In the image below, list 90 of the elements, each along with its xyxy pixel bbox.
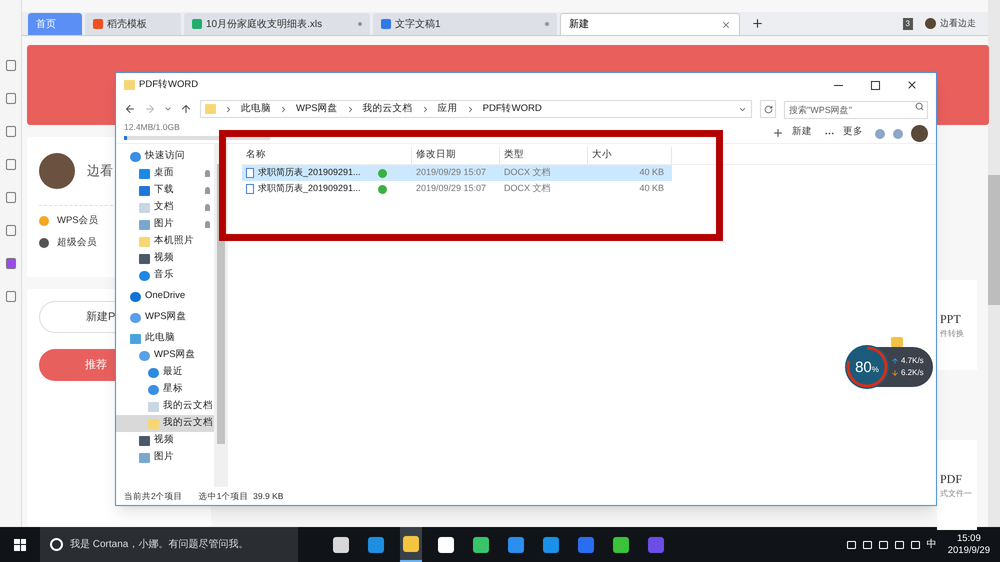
storage-reading: 12.4MB/1.0GB xyxy=(124,121,181,134)
refresh-icon xyxy=(764,104,772,114)
nav-item[interactable]: OneDrive xyxy=(116,288,214,305)
tab[interactable]: 10月份家庭收支明细表.xls xyxy=(184,13,370,35)
column-header[interactable]: 类型 xyxy=(500,147,588,164)
search-icon[interactable] xyxy=(915,102,924,111)
nav-item[interactable]: 下载 xyxy=(116,182,214,199)
close-icon[interactable] xyxy=(906,79,918,91)
file-date: 2019/09/29 15:07 xyxy=(415,182,488,196)
card-subtitle: 件转换 xyxy=(940,328,965,340)
nav-item[interactable]: 音乐 xyxy=(116,267,214,284)
folder-icon xyxy=(139,236,150,246)
folder-icon xyxy=(205,104,216,114)
nav-item[interactable]: WPS网盘 xyxy=(116,309,214,326)
file-type: DOCX 文档 xyxy=(503,182,552,196)
breadcrumb-item[interactable]: 我的云文档 xyxy=(362,102,413,116)
refresh-button[interactable] xyxy=(760,100,776,118)
nav-item[interactable]: 快速访问 xyxy=(116,148,214,165)
toolbar-button[interactable]: 新建 xyxy=(792,124,812,143)
avatar[interactable] xyxy=(911,125,928,142)
avatar xyxy=(39,153,75,189)
feature-card[interactable]: PPT 件转换 xyxy=(937,280,977,370)
file-name: 求职简历表_201909291... xyxy=(258,182,362,196)
close-icon[interactable] xyxy=(721,20,731,30)
download-icon xyxy=(891,369,899,377)
file-size: 40 KB xyxy=(638,166,665,180)
nav-item[interactable]: 图片 xyxy=(116,216,214,233)
nav-item[interactable]: 视频 xyxy=(116,432,214,449)
chevron-icon[interactable] xyxy=(164,105,172,113)
back-icon[interactable] xyxy=(124,103,136,115)
nav-item[interactable]: 本机照片 xyxy=(116,233,214,250)
status-text: 当前共2个项目 xyxy=(124,490,183,502)
nav-item[interactable]: 我的云文档 xyxy=(116,398,214,415)
upload-speed: 4.7K/s xyxy=(901,355,924,367)
file-type: DOCX 文档 xyxy=(503,166,552,180)
nav-item[interactable]: WPS网盘 xyxy=(116,347,214,364)
address-bar[interactable]: 此电脑 WPS网盘 我的云文档 应用 PDF转WORD xyxy=(200,100,752,118)
add-tab-icon[interactable] xyxy=(751,17,764,30)
badge-label: WPS会员 xyxy=(57,214,99,228)
breadcrumb-item[interactable]: PDF转WORD xyxy=(482,102,542,116)
status-text: 选中1个项目 39.9 KB xyxy=(198,490,284,502)
tab[interactable]: 稻壳模板 xyxy=(85,13,181,35)
column-header[interactable]: 名称 xyxy=(242,147,412,164)
chevron-icon xyxy=(224,104,233,114)
nav-item[interactable]: 星标 xyxy=(116,381,214,398)
upload-icon xyxy=(891,357,899,365)
breadcrumb-item[interactable]: 应用 xyxy=(438,102,458,116)
clock[interactable]: 15:09 2019/9/29 xyxy=(948,532,990,556)
file-size: 40 KB xyxy=(638,182,665,196)
nav-item[interactable]: 最近 xyxy=(116,364,214,381)
download-speed: 6.2K/s xyxy=(901,367,924,379)
file-date: 2019/09/29 15:07 xyxy=(415,166,488,180)
profile-name: 边看 xyxy=(87,162,113,180)
tab-count[interactable]: 3 xyxy=(902,18,913,30)
maximize-icon[interactable] xyxy=(871,80,880,90)
tab[interactable]: 文字文稿1 xyxy=(373,13,557,35)
toolbar-button[interactable]: 更多 xyxy=(843,124,863,143)
search-field[interactable]: 搜索"WPS网盘" xyxy=(784,101,928,119)
tab[interactable]: 新建 xyxy=(560,13,740,35)
breadcrumb-item[interactable]: 此电脑 xyxy=(241,102,271,116)
nav-item[interactable]: 文档 xyxy=(116,199,214,216)
nav-item[interactable]: 此电脑 xyxy=(116,330,214,347)
file-row[interactable]: 求职简历表_201909291... 2019/09/29 15:07 DOCX 文档 40 KB xyxy=(242,181,672,197)
nav-item[interactable]: 图片 xyxy=(116,449,214,466)
column-header[interactable]: 修改日期 xyxy=(412,147,500,164)
card-title: PDF xyxy=(940,471,964,488)
cortana-search-field[interactable]: 我是 Cortana，小娜。有问题尽管问我。 xyxy=(40,527,298,562)
file-row[interactable]: 求职简历表_201909291... 2019/09/29 15:07 DOCX 文档 40 KB xyxy=(242,165,672,181)
badge-label: 超级会员 xyxy=(57,236,97,250)
folder-icon xyxy=(148,418,159,428)
feature-card[interactable]: PDF 式文件一 xyxy=(937,440,977,530)
chevron-icon xyxy=(279,104,288,114)
up-icon[interactable] xyxy=(180,103,192,115)
minimize-icon[interactable] xyxy=(834,84,843,86)
nav-item[interactable]: 桌面 xyxy=(116,165,214,182)
card-title: PPT xyxy=(940,311,962,328)
nav-item[interactable]: 视频 xyxy=(116,250,214,267)
breadcrumb-item[interactable]: WPS网盘 xyxy=(296,102,338,116)
user-name[interactable]: 边看边走 xyxy=(940,16,976,30)
avatar[interactable] xyxy=(925,18,936,29)
folder-icon xyxy=(124,80,135,90)
file-name: 求职简历表_201909291... xyxy=(258,166,362,180)
nav-item[interactable]: 我的云文档 xyxy=(116,415,214,432)
window-title: PDF转WORD xyxy=(139,78,200,92)
input-method[interactable]: 中 xyxy=(926,537,937,552)
memory-percent: 80% xyxy=(855,360,879,374)
folder-icon[interactable] xyxy=(400,527,422,562)
plus-icon[interactable] xyxy=(772,127,784,139)
card-subtitle: 式文件一 xyxy=(940,488,973,500)
column-header[interactable]: 大小 xyxy=(588,147,672,164)
